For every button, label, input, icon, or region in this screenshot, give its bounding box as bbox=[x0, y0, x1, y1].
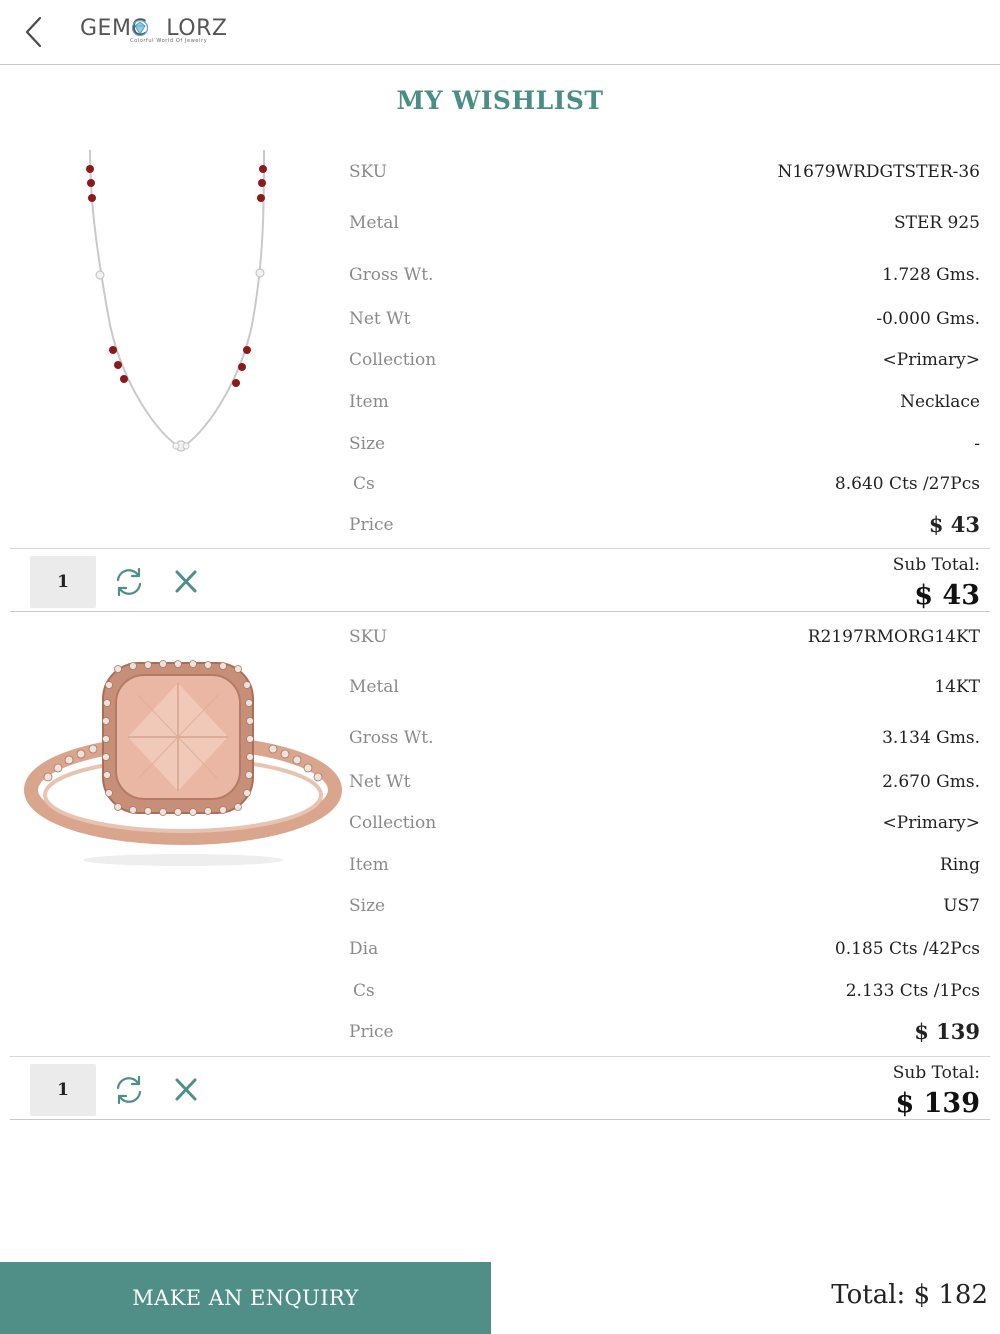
make-enquiry-button[interactable]: MAKE AN ENQUIRY bbox=[0, 1262, 491, 1334]
subtotal-label: Sub Total: bbox=[892, 1063, 980, 1083]
spec-value: <Primary> bbox=[882, 813, 980, 833]
spec-row-sku: SKU R2197RMORG14KT bbox=[349, 627, 980, 655]
spec-value: <Primary> bbox=[882, 350, 980, 370]
spec-value: 0.185 Cts /42Pcs bbox=[834, 939, 980, 959]
spec-row-price: Price $ 43 bbox=[349, 512, 980, 543]
spec-label: Size bbox=[349, 896, 386, 916]
remove-button[interactable] bbox=[169, 565, 203, 599]
spec-label: Price bbox=[349, 515, 394, 535]
spec-label: Metal bbox=[349, 677, 399, 697]
spec-label: Cs bbox=[353, 981, 375, 1001]
quantity-field[interactable]: 1 bbox=[30, 556, 96, 608]
spec-label: Net Wt bbox=[349, 772, 411, 792]
spec-row-collection: Collection <Primary> bbox=[349, 350, 980, 378]
subtotal-label: Sub Total: bbox=[892, 555, 980, 575]
spec-value: 1.728 Gms. bbox=[882, 265, 980, 285]
spec-value: Ring bbox=[939, 855, 980, 875]
spec-row-net-wt: Net Wt 2.670 Gms. bbox=[349, 772, 980, 800]
order-total: Total: $ 182 bbox=[831, 1280, 988, 1310]
subtotal-value: $ 43 bbox=[914, 580, 980, 611]
divider bbox=[10, 1056, 990, 1057]
spec-row-cs: Cs 2.133 Cts /1Pcs bbox=[349, 981, 980, 1009]
spec-row-sku: SKU N1679WRDGTSTER-36 bbox=[349, 162, 980, 190]
spec-row-metal: Metal STER 925 bbox=[349, 213, 980, 241]
spec-row-gross-wt: Gross Wt. 1.728 Gms. bbox=[349, 265, 980, 293]
spec-label: Cs bbox=[353, 474, 375, 494]
spec-row-cs: Cs 8.640 Cts /27Pcs bbox=[349, 474, 980, 502]
spec-label: Gross Wt. bbox=[349, 265, 434, 285]
close-icon bbox=[175, 1078, 197, 1101]
refresh-button[interactable] bbox=[112, 565, 146, 599]
quantity-field[interactable]: 1 bbox=[30, 1064, 96, 1116]
chevron-left-icon bbox=[25, 16, 42, 48]
spec-value: R2197RMORG14KT bbox=[807, 627, 980, 647]
close-icon bbox=[175, 570, 197, 593]
ring-image bbox=[24, 660, 342, 866]
spec-value: US7 bbox=[943, 896, 980, 916]
divider bbox=[10, 611, 990, 612]
necklace-image bbox=[86, 149, 267, 452]
spec-value: 2.670 Gms. bbox=[882, 772, 980, 792]
spec-label: Dia bbox=[349, 939, 379, 959]
refresh-icon bbox=[116, 1075, 142, 1105]
spec-label: SKU bbox=[349, 627, 388, 647]
spec-value: 8.640 Cts /27Pcs bbox=[834, 474, 980, 494]
spec-label: Size bbox=[349, 434, 386, 454]
remove-button[interactable] bbox=[169, 1073, 203, 1107]
divider bbox=[10, 548, 990, 549]
spec-value: 2.133 Cts /1Pcs bbox=[845, 981, 980, 1001]
divider bbox=[10, 1119, 990, 1120]
app-header: GEMC LORZ Colorful World Of Jewelry bbox=[0, 0, 1000, 65]
spec-row-price: Price $ 139 bbox=[349, 1019, 980, 1050]
price-value: $ 139 bbox=[914, 1019, 980, 1044]
spec-value: Necklace bbox=[900, 392, 980, 412]
back-button[interactable] bbox=[18, 12, 52, 52]
refresh-icon bbox=[116, 567, 142, 597]
spec-label: Net Wt bbox=[349, 309, 411, 329]
refresh-button[interactable] bbox=[112, 1073, 146, 1107]
page-title: MY WISHLIST bbox=[396, 86, 604, 115]
spec-row-size: Size US7 bbox=[349, 896, 980, 924]
spec-label: SKU bbox=[349, 162, 388, 182]
spec-row-net-wt: Net Wt -0.000 Gms. bbox=[349, 309, 980, 337]
spec-label: Item bbox=[349, 855, 389, 875]
product-image-ring[interactable] bbox=[18, 655, 348, 885]
spec-row-gross-wt: Gross Wt. 3.134 Gms. bbox=[349, 728, 980, 756]
spec-label: Metal bbox=[349, 213, 399, 233]
spec-label: Price bbox=[349, 1022, 394, 1042]
spec-value: 3.134 Gms. bbox=[882, 728, 980, 748]
brand-logo: GEMC LORZ Colorful World Of Jewelry bbox=[80, 16, 240, 50]
spec-value: -0.000 Gms. bbox=[876, 309, 980, 329]
spec-row-metal: Metal 14KT bbox=[349, 677, 980, 705]
spec-value: - bbox=[974, 434, 980, 454]
spec-label: Gross Wt. bbox=[349, 728, 434, 748]
spec-value: 14KT bbox=[934, 677, 980, 697]
spec-row-size: Size - bbox=[349, 434, 980, 462]
subtotal-value: $ 139 bbox=[895, 1088, 980, 1119]
spec-value: STER 925 bbox=[893, 213, 980, 233]
product-image-necklace[interactable] bbox=[18, 145, 348, 465]
logo-tagline: Colorful World Of Jewelry bbox=[130, 38, 208, 44]
spec-row-dia: Dia 0.185 Cts /42Pcs bbox=[349, 939, 980, 967]
spec-row-item: Item Ring bbox=[349, 855, 980, 883]
spec-label: Item bbox=[349, 392, 389, 412]
spec-label: Collection bbox=[349, 350, 437, 370]
spec-row-item: Item Necklace bbox=[349, 392, 980, 420]
gem-icon bbox=[131, 19, 149, 37]
spec-row-collection: Collection <Primary> bbox=[349, 813, 980, 841]
spec-value: N1679WRDGTSTER-36 bbox=[777, 162, 980, 182]
spec-label: Collection bbox=[349, 813, 437, 833]
price-value: $ 43 bbox=[928, 512, 980, 537]
